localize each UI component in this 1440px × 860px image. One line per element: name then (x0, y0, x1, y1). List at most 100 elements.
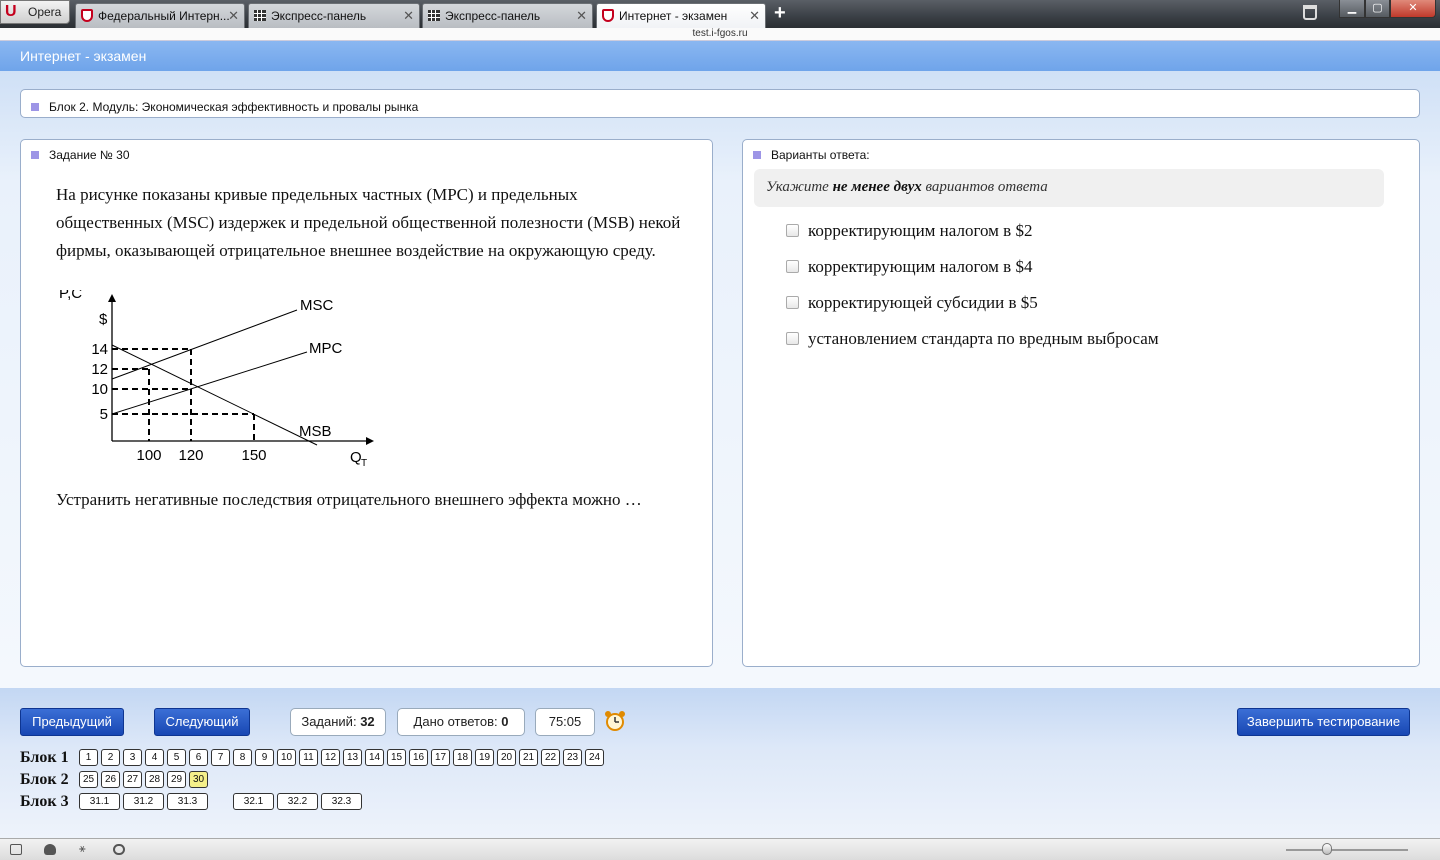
question-number-button[interactable]: 25 (79, 771, 98, 788)
answer-checkbox[interactable] (786, 296, 799, 309)
question-number-button[interactable]: 31.1 (79, 793, 120, 810)
question-number-button[interactable]: 11 (299, 749, 318, 766)
browser-tab[interactable]: Федеральный Интерн... ✕ (75, 3, 245, 28)
panel-toggle-icon[interactable] (10, 844, 22, 855)
question-number-button[interactable]: 3 (123, 749, 142, 766)
trash-icon[interactable] (1303, 5, 1317, 20)
question-number-button[interactable]: 10 (277, 749, 296, 766)
question-number-button[interactable]: 2 (101, 749, 120, 766)
minimize-button[interactable]: ▁ (1339, 0, 1365, 18)
question-number-button[interactable]: 22 (541, 749, 560, 766)
curve-label-msb: MSB (299, 423, 332, 440)
zoom-slider-track[interactable] (1286, 849, 1408, 851)
question-number-button[interactable]: 31.3 (167, 793, 208, 810)
question-number-button[interactable]: 30 (189, 771, 208, 788)
answer-checkbox[interactable] (786, 260, 799, 273)
question-number-button[interactable]: 23 (563, 749, 582, 766)
question-number-button[interactable]: 8 (233, 749, 252, 766)
question-number-button[interactable]: 20 (497, 749, 516, 766)
question-number-button[interactable]: 26 (101, 771, 120, 788)
curve-label-mpc: MPC (309, 340, 343, 357)
marker-square-icon (31, 103, 39, 111)
question-number-button[interactable]: 9 (255, 749, 274, 766)
zoom-slider-handle[interactable] (1322, 843, 1332, 855)
close-icon[interactable]: ✕ (228, 8, 239, 24)
alarm-clock-icon (605, 711, 625, 731)
answers-title: Варианты ответа: (771, 148, 870, 162)
task-panel: Задание № 30 На рисунке показаны кривые … (20, 139, 713, 667)
question-row: 31.1 31.2 31.3 32.1 32.2 32.3 (79, 793, 365, 810)
question-number-button[interactable]: 18 (453, 749, 472, 766)
question-number-button[interactable]: 32.1 (233, 793, 274, 810)
tab-title: Федеральный Интерн... (98, 9, 230, 23)
question-row: 1 2 3 4 5 6 7 8 9 10 11 12 13 14 15 16 17 18 19 20 21 22 23 24 (79, 749, 607, 766)
question-number-button[interactable]: 13 (343, 749, 362, 766)
previous-button[interactable]: Предыдущий (20, 708, 124, 736)
close-window-button[interactable]: ✕ (1390, 0, 1436, 18)
question-number-button[interactable]: 19 (475, 749, 494, 766)
close-icon[interactable]: ✕ (749, 8, 760, 24)
question-row: 25 26 27 28 29 30 (79, 771, 211, 788)
answer-label[interactable]: корректирующим налогом в $4 (808, 257, 1032, 277)
cloud-icon[interactable] (44, 844, 56, 855)
x-axis-label: Q (350, 449, 362, 466)
question-number-button[interactable]: 21 (519, 749, 538, 766)
answer-label[interactable]: корректирующим налогом в $2 (808, 221, 1032, 241)
module-bar: Блок 2. Модуль: Экономическая эффективно… (20, 89, 1420, 118)
site-title: Интернет - экзамен (20, 48, 147, 64)
browser-tab-active[interactable]: Интернет - экзамен ✕ (596, 3, 766, 29)
browser-tab[interactable]: Экспресс-панель ✕ (422, 3, 593, 28)
new-tab-button[interactable]: + (774, 3, 786, 23)
timer: 75:05 (535, 708, 595, 736)
browser-tab[interactable]: Экспресс-панель ✕ (248, 3, 420, 28)
question-number-button[interactable]: 27 (123, 771, 142, 788)
opera-menu-button[interactable]: U Opera (0, 0, 70, 24)
curve-mpc (111, 351, 308, 415)
task-text: На рисунке показаны кривые предельных ча… (56, 185, 681, 260)
speedometer-icon[interactable] (113, 844, 125, 855)
question-number-button[interactable]: 14 (365, 749, 384, 766)
question-number-button[interactable]: 7 (211, 749, 230, 766)
question-number-button[interactable]: 31.2 (123, 793, 164, 810)
question-number-button[interactable]: 12 (321, 749, 340, 766)
answer-panel: Варианты ответа: Укажите не менее двух в… (742, 139, 1420, 667)
y-tick-label: 14 (91, 341, 108, 358)
block-label: Блок 2 (20, 771, 69, 788)
x-axis-arrow (366, 437, 374, 445)
question-number-button[interactable]: 17 (431, 749, 450, 766)
next-button[interactable]: Следующий (154, 708, 250, 736)
opera-menu-label: Opera (28, 5, 62, 19)
question-number-button[interactable]: 24 (585, 749, 604, 766)
y-tick-label: 10 (91, 381, 108, 398)
question-number-button[interactable]: 1 (79, 749, 98, 766)
task-title: Задание № 30 (49, 148, 130, 162)
marker-square-icon (31, 151, 39, 159)
tab-title: Экспресс-панель (445, 9, 541, 23)
finish-test-button[interactable]: Завершить тестирование (1237, 708, 1410, 736)
close-icon[interactable]: ✕ (403, 8, 414, 24)
answer-hint: Укажите не менее двух вариантов ответа (754, 169, 1384, 207)
question-number-button[interactable]: 16 (409, 749, 428, 766)
address-display[interactable]: test.i-fgos.ru (0, 28, 1440, 41)
answer-label[interactable]: корректирующей субсидии в $5 (808, 293, 1038, 313)
answer-checkbox[interactable] (786, 332, 799, 345)
question-number-button[interactable]: 32.2 (277, 793, 318, 810)
curve-msc (111, 309, 298, 380)
y-tick-label: 5 (100, 406, 108, 423)
opera-page-icon (602, 9, 614, 22)
question-number-button[interactable]: 5 (167, 749, 186, 766)
question-number-button[interactable]: 28 (145, 771, 164, 788)
maximize-button[interactable]: ▢ (1365, 0, 1390, 18)
share-icon[interactable]: ⚹ (79, 844, 91, 855)
question-number-button[interactable]: 15 (387, 749, 406, 766)
speed-dial-icon (254, 10, 266, 21)
tab-title: Интернет - экзамен (619, 9, 728, 23)
question-number-button[interactable]: 29 (167, 771, 186, 788)
answer-label[interactable]: установлением стандарта по вредным выбро… (808, 329, 1159, 349)
question-number-button[interactable]: 6 (189, 749, 208, 766)
y-axis-unit: $ (99, 311, 108, 328)
question-number-button[interactable]: 4 (145, 749, 164, 766)
question-number-button[interactable]: 32.3 (321, 793, 362, 810)
answer-checkbox[interactable] (786, 224, 799, 237)
close-icon[interactable]: ✕ (576, 8, 587, 24)
